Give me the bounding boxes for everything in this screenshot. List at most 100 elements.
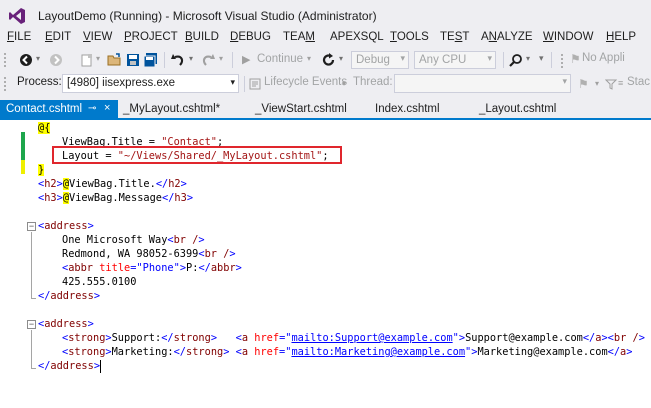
title-bar: LayoutDemo (Running) - Microsoft Visual … xyxy=(0,0,651,32)
code-line-address2-close: </address> xyxy=(38,359,102,373)
standard-toolbar: ▾ ▾ ▾ ▾ ▶ Continue ▾ ▾ xyxy=(0,49,651,71)
thread-filter-icon[interactable] xyxy=(605,78,617,90)
flag-dropdown-icon[interactable]: ▾ xyxy=(595,79,599,88)
stack-frame-icon: ≡ xyxy=(618,78,624,88)
menu-file[interactable]: FILE xyxy=(7,31,31,43)
menu-team[interactable]: TEAM xyxy=(283,31,315,43)
lifecycle-events-button[interactable]: Lifecycle Events xyxy=(264,76,347,88)
code-line-razor-close: } xyxy=(38,164,45,176)
process-label: Process: xyxy=(17,76,62,88)
tab-viewstart-cshtml[interactable]: _ViewStart.cshtml xyxy=(249,100,347,120)
redo-icon[interactable] xyxy=(201,53,215,67)
no-applications-label: No Appli xyxy=(582,52,625,64)
tab-contact-cshtml[interactable]: Contact.cshtml ⊸ × xyxy=(0,100,118,120)
code-line-city: Redmond, WA 98052-6399<br /> xyxy=(62,248,236,260)
menu-bar: FILE EDIT VIEW PROJECT BUILD DEBUG TEAM … xyxy=(0,30,651,48)
menu-edit[interactable]: EDIT xyxy=(45,31,71,43)
stack-frame-label: Stac xyxy=(627,76,651,88)
find-icon[interactable] xyxy=(509,53,523,67)
save-icon[interactable] xyxy=(126,53,140,67)
save-all-icon[interactable] xyxy=(143,53,158,67)
debug-location-icon: ⚑ xyxy=(570,52,581,66)
visual-studio-logo-icon xyxy=(9,8,25,24)
continue-dropdown-icon[interactable]: ▾ xyxy=(307,54,311,63)
tab-index-cshtml[interactable]: Index.cshtml xyxy=(369,100,440,120)
collapse-address-1-icon[interactable]: − xyxy=(27,222,36,231)
tab-mylayout-cshtml[interactable]: _MyLayout.cshtml* xyxy=(117,100,220,120)
fold-guide xyxy=(31,330,32,368)
menu-help[interactable]: HELP xyxy=(606,31,636,43)
undo-icon[interactable] xyxy=(171,53,185,67)
menu-debug[interactable]: DEBUG xyxy=(230,31,271,43)
flag-icon[interactable]: ⚑ xyxy=(578,77,589,91)
visual-studio-window: LayoutDemo (Running) - Microsoft Visual … xyxy=(0,0,651,408)
code-line-marketing: <strong>Marketing:</strong> <a href="mai… xyxy=(62,346,633,358)
document-tab-bar: Contact.cshtml ⊸ × _MyLayout.cshtml* _Vi… xyxy=(0,100,651,120)
fold-guide xyxy=(31,232,32,298)
refresh-icon[interactable] xyxy=(322,53,336,67)
pin-icon[interactable]: ⊸ xyxy=(88,103,96,114)
code-line-address2-open: <address> xyxy=(38,318,94,330)
new-dropdown-icon[interactable]: ▾ xyxy=(96,54,100,63)
close-icon[interactable]: × xyxy=(104,102,110,114)
toolbar-overflow-icon[interactable]: ▾ xyxy=(539,53,544,64)
toolbar-grip[interactable] xyxy=(3,52,7,68)
continue-button[interactable]: Continue xyxy=(257,48,303,70)
back-icon[interactable] xyxy=(19,53,33,67)
menu-window[interactable]: WINDOW xyxy=(543,31,593,43)
open-folder-icon[interactable] xyxy=(107,53,122,67)
back-dropdown-icon[interactable]: ▾ xyxy=(36,54,40,63)
collapse-address-2-icon[interactable]: − xyxy=(27,320,36,329)
chevron-down-icon: ▾ xyxy=(400,53,405,63)
menu-test[interactable]: TEST xyxy=(440,31,469,43)
toolbar-separator xyxy=(164,52,165,68)
support-mailto-link[interactable]: mailto:Support@example.com xyxy=(291,332,452,344)
lifecycle-events-icon[interactable] xyxy=(249,78,261,90)
saved-change-marker xyxy=(21,132,25,160)
code-line-address-close: </address> xyxy=(38,290,101,302)
thread-label: Thread: xyxy=(353,76,393,88)
toolbar-separator xyxy=(232,52,233,68)
toolbar-separator xyxy=(244,76,245,92)
unsaved-change-marker xyxy=(21,160,25,174)
layout-highlight-box xyxy=(52,146,342,164)
code-line-address-open: <address> xyxy=(38,220,94,232)
solution-platform-select[interactable]: Any CPU ▾ xyxy=(414,51,496,69)
menu-apexsql[interactable]: APEXSQL xyxy=(330,31,384,43)
toolbar-separator xyxy=(503,52,504,68)
menu-analyze[interactable]: ANALYZE xyxy=(481,31,533,43)
code-line-support: <strong>Support:</strong> <a href="mailt… xyxy=(62,332,645,344)
redo-dropdown-icon[interactable]: ▾ xyxy=(219,54,223,63)
thread-select[interactable]: ▾ xyxy=(394,74,571,93)
code-line-h3: <h3>@ViewBag.Message</h3> xyxy=(38,192,194,204)
continue-play-icon[interactable]: ▶ xyxy=(242,53,250,66)
code-line-abbr: <abbr title="Phone">P:</abbr> xyxy=(62,262,242,274)
fold-end xyxy=(31,368,36,369)
fold-end xyxy=(31,298,36,299)
toolbar-grip[interactable] xyxy=(560,53,564,69)
forward-icon[interactable] xyxy=(49,53,63,67)
marketing-mailto-link[interactable]: mailto:Marketing@example.com xyxy=(291,346,465,358)
chevron-down-icon: ▾ xyxy=(230,77,235,87)
undo-dropdown-icon[interactable]: ▾ xyxy=(189,54,193,63)
window-title: LayoutDemo (Running) - Microsoft Visual … xyxy=(38,9,377,23)
solution-configuration-select[interactable]: Debug ▾ xyxy=(351,51,409,69)
code-line-h2: <h2>@ViewBag.Title.</h2> xyxy=(38,178,187,190)
toolbar-grip[interactable] xyxy=(3,76,7,92)
menu-project[interactable]: PROJECT xyxy=(124,31,178,43)
find-dropdown-icon[interactable]: ▾ xyxy=(526,54,530,63)
code-line-phone: 425.555.0100 xyxy=(62,276,137,288)
tab-layout-cshtml[interactable]: _Layout.cshtml xyxy=(473,100,556,120)
menu-tools[interactable]: TOOLS xyxy=(390,31,429,43)
menu-view[interactable]: VIEW xyxy=(83,31,112,43)
code-line-razor-open: @{ xyxy=(38,122,51,134)
chevron-down-icon: ▾ xyxy=(562,76,567,86)
lifecycle-dropdown-icon[interactable]: ▾ xyxy=(342,79,346,88)
code-line-street: One Microsoft Way<br /> xyxy=(62,234,205,246)
debug-location-toolbar: Process: [4980] iisexpress.exe ▾ Lifecycl… xyxy=(0,73,651,95)
new-project-icon[interactable] xyxy=(80,53,94,67)
process-select[interactable]: [4980] iisexpress.exe ▾ xyxy=(62,74,239,93)
menu-build[interactable]: BUILD xyxy=(185,31,219,43)
refresh-dropdown-icon[interactable]: ▾ xyxy=(339,54,343,63)
toolbar-separator xyxy=(551,52,552,68)
